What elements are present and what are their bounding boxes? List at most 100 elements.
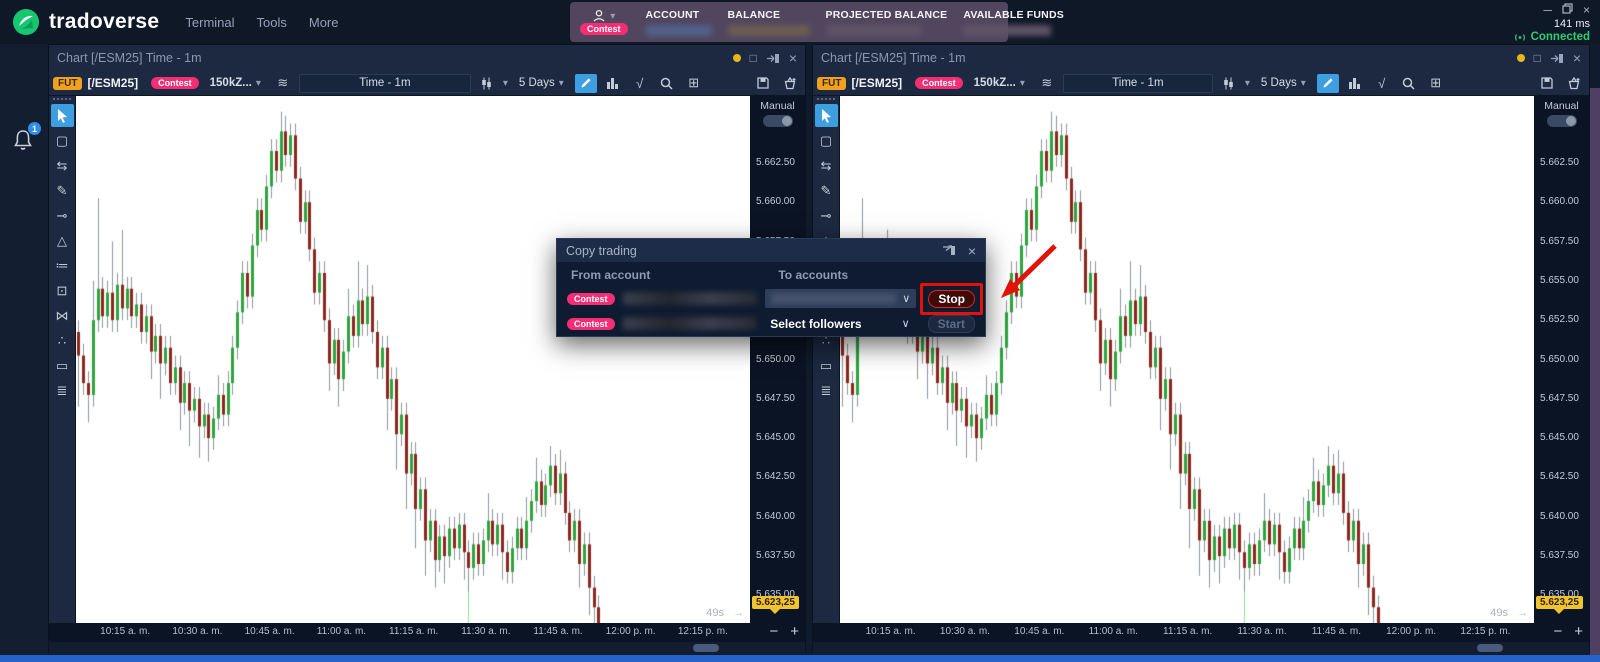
menu-more[interactable]: More	[309, 15, 339, 30]
dom-table-icon[interactable]: ⊞	[683, 74, 705, 93]
close-icon[interactable]: ×	[968, 243, 976, 259]
global-sidebar: 1	[0, 44, 48, 655]
save-layout-button[interactable]	[1536, 74, 1558, 93]
horizontal-scrollbar[interactable]	[1477, 644, 1503, 652]
close-panel-icon[interactable]: ×	[1573, 50, 1581, 66]
popout-icon[interactable]	[942, 245, 956, 256]
draw-mode-button[interactable]	[575, 74, 597, 93]
price-axis[interactable]: Manual 5.623,25 5.662.505.660.005.657.50…	[750, 96, 805, 623]
start-copy-button[interactable]: Start	[928, 315, 975, 333]
chevron-down-icon[interactable]: ▾	[610, 11, 615, 22]
go-to-latest-icon[interactable]: →	[733, 607, 744, 619]
cursor-tool[interactable]	[51, 104, 74, 127]
manual-scale-toggle[interactable]	[1547, 115, 1577, 127]
price-measure-tool[interactable]: ⇆	[51, 154, 74, 177]
zoom-in-button[interactable]: +	[790, 623, 799, 640]
zoom-out-button[interactable]: −	[1553, 623, 1562, 640]
region-select-tool[interactable]: ▢	[51, 129, 74, 152]
region-select-tool[interactable]: ▢	[815, 129, 838, 152]
minimize-window-icon[interactable]: ─	[1543, 3, 1552, 17]
settings-list-tool[interactable]: ≣	[815, 379, 838, 402]
ruler-tool[interactable]: ▭	[51, 354, 74, 377]
zoom-search-button[interactable]	[656, 74, 678, 93]
watchlist-tool[interactable]: ≔	[51, 254, 74, 277]
settings-list-tool[interactable]: ≣	[51, 379, 74, 402]
zoom-search-button[interactable]	[1398, 74, 1420, 93]
candlestick-chart[interactable]	[76, 96, 750, 623]
select-followers-dropdown[interactable]: Select followers ∨	[764, 314, 915, 333]
alerts-tool[interactable]: ∴	[51, 329, 74, 352]
chevron-down-icon[interactable]: ▾	[1245, 78, 1250, 89]
projected-balance-header: PROJECTED BALANCE	[826, 9, 948, 21]
close-panel-icon[interactable]: ×	[789, 50, 797, 66]
zoom-out-button[interactable]: −	[769, 623, 778, 640]
zoom-in-button[interactable]: +	[1574, 623, 1583, 640]
toolbar-grip[interactable]	[817, 98, 835, 100]
account-dropdown[interactable]: 150kZ... ▾	[968, 74, 1031, 93]
notifications-button[interactable]: 1	[11, 128, 35, 154]
account-dropdown[interactable]: 150kZ... ▾	[204, 74, 267, 93]
account-selector[interactable]: ▾ Contest	[580, 9, 628, 35]
menu-terminal[interactable]: Terminal	[185, 15, 234, 30]
draw-lock-tool[interactable]: ✎	[815, 179, 838, 202]
stop-copy-button[interactable]: Stop	[928, 290, 975, 308]
go-to-latest-icon[interactable]: →	[1517, 607, 1528, 619]
price-axis[interactable]: Manual 5.623,25 5.662.505.660.005.657.50…	[1534, 96, 1589, 623]
range-dropdown[interactable]: 5 Days ▾	[1255, 74, 1312, 93]
menu-tools[interactable]: Tools	[257, 15, 287, 30]
to-accounts-dropdown[interactable]: ∨	[765, 289, 917, 308]
maximize-panel-icon[interactable]: □	[750, 51, 757, 65]
manual-scale-toggle[interactable]	[763, 115, 793, 127]
shapes-tool[interactable]: △	[51, 229, 74, 252]
time-axis[interactable]: − + 10:15 a. m.10:30 a. m.10:45 a. m.11:…	[813, 623, 1589, 642]
time-tick: 10:15 a. m.	[100, 626, 150, 637]
ruler-tool[interactable]: ▭	[815, 354, 838, 377]
toolbar-grip[interactable]	[53, 98, 71, 100]
brand[interactable]: tradoverse	[12, 8, 159, 36]
copy-row-active: Contest ∨ Stop	[557, 286, 985, 311]
zigzag-pattern-tool[interactable]: ⋈	[51, 304, 74, 327]
compare-icon[interactable]: ≋	[1036, 74, 1058, 93]
price-tick: 5.660.00	[756, 196, 795, 207]
timeframe-button[interactable]: Time - 1m	[299, 74, 471, 93]
chart-style-button[interactable]	[1218, 74, 1240, 93]
chart-plot-area[interactable]: 49s →	[76, 96, 750, 623]
time-tick: 12:15 p. m.	[678, 626, 728, 637]
compare-icon[interactable]: ≋	[272, 74, 294, 93]
range-dropdown[interactable]: 5 Days ▾	[513, 74, 570, 93]
order-basket-button[interactable]	[1563, 74, 1585, 93]
draw-lock-tool[interactable]: ✎	[51, 179, 74, 202]
horizontal-scrollbar[interactable]	[693, 644, 719, 652]
chevron-down-icon[interactable]: ▾	[503, 78, 508, 89]
horizontal-line-tool[interactable]: ⊸	[815, 204, 838, 227]
draw-mode-button[interactable]	[1317, 74, 1339, 93]
time-axis[interactable]: − + 10:15 a. m.10:30 a. m.10:45 a. m.11:…	[49, 623, 805, 642]
restore-window-icon[interactable]	[1562, 3, 1573, 14]
chart-plot-area[interactable]: 49s →	[840, 96, 1534, 623]
cursor-tool[interactable]	[815, 104, 838, 127]
volume-button[interactable]	[1344, 74, 1366, 93]
horizontal-line-tool[interactable]: ⊸	[51, 204, 74, 227]
contest-badge: Contest	[151, 77, 199, 89]
popout-panel-icon[interactable]	[1550, 53, 1564, 64]
price-measure-tool[interactable]: ⇆	[815, 154, 838, 177]
order-basket-button[interactable]	[779, 74, 801, 93]
volume-button[interactable]	[602, 74, 624, 93]
close-window-icon[interactable]: ×	[1583, 3, 1590, 17]
timeframe-button[interactable]: Time - 1m	[1063, 74, 1213, 93]
save-layout-button[interactable]	[752, 74, 774, 93]
maximize-panel-icon[interactable]: □	[1534, 51, 1541, 65]
dialog-titlebar[interactable]: Copy trading ×	[557, 239, 985, 262]
chart-style-button[interactable]	[476, 74, 498, 93]
indicators-icon[interactable]: √	[1371, 74, 1393, 93]
symbol-label[interactable]: [/ESM25]	[87, 76, 138, 90]
panel-titlebar[interactable]: Chart [/ESM25] Time - 1m □ ×	[49, 45, 805, 71]
popout-panel-icon[interactable]	[766, 53, 780, 64]
dom-table-icon[interactable]: ⊞	[1425, 74, 1447, 93]
indicators-icon[interactable]: √	[629, 74, 651, 93]
panel-titlebar[interactable]: Chart [/ESM25] Time - 1m □ ×	[813, 45, 1589, 71]
symbol-label[interactable]: [/ESM25]	[851, 76, 902, 90]
time-tick: 12:00 p. m.	[606, 626, 656, 637]
candlestick-chart[interactable]	[840, 96, 1534, 623]
chart-objects-tool[interactable]: ⊡	[51, 279, 74, 302]
